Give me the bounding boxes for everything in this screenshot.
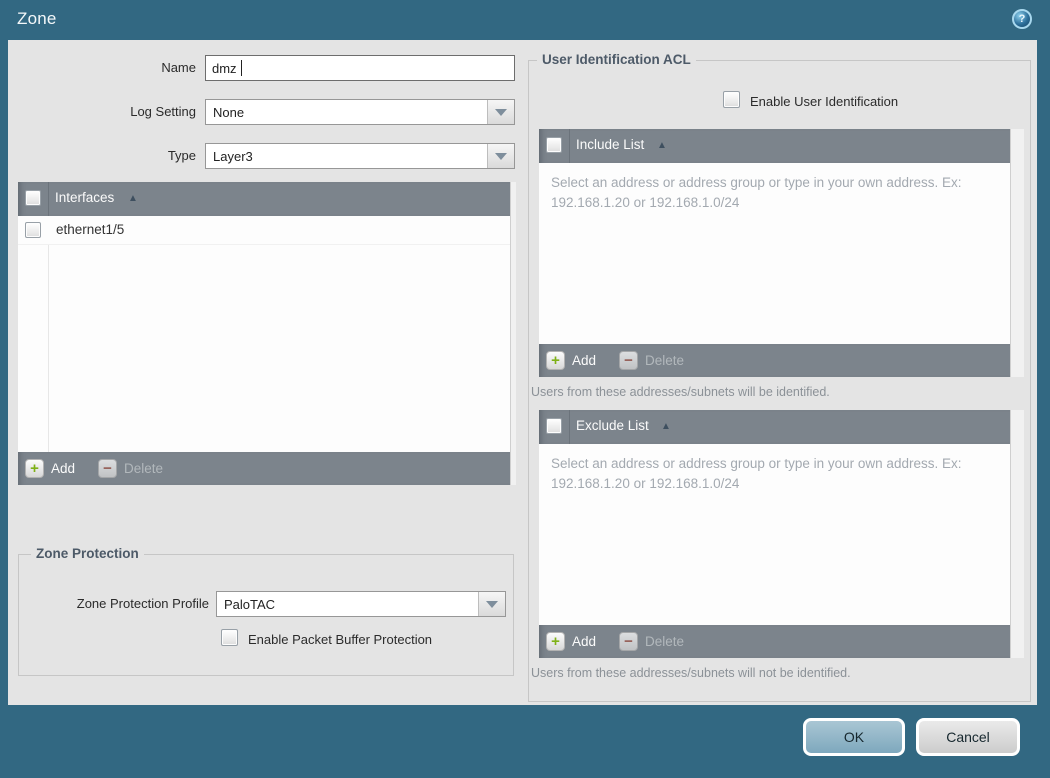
log-setting-label: Log Setting [130, 104, 196, 119]
interfaces-table-header: Interfaces ▲ [18, 182, 516, 216]
name-field-wrap [205, 55, 515, 81]
zone-protection-profile-dropdown[interactable]: PaloTAC [216, 591, 506, 617]
header-divider [48, 182, 49, 216]
scrollbar-track[interactable] [510, 182, 516, 485]
name-label: Name [161, 60, 196, 75]
delete-icon[interactable]: − [619, 632, 638, 651]
sort-asc-icon: ▲ [661, 421, 671, 432]
zone-dialog: Zone ? Name Log Setting None Type Layer3… [0, 0, 1050, 778]
dialog-footer: OK Cancel [0, 705, 1050, 778]
interfaces-select-all-checkbox[interactable] [25, 190, 41, 206]
include-delete-button: Delete [645, 353, 685, 368]
chevron-down-icon [495, 109, 507, 116]
log-setting-value: None [213, 105, 245, 120]
text-caret [241, 60, 242, 76]
zone-protection-legend: Zone Protection [31, 546, 144, 561]
ok-button[interactable]: OK [803, 718, 905, 756]
exclude-select-all-checkbox[interactable] [546, 418, 562, 434]
row-checkbox[interactable] [25, 222, 41, 238]
exclude-list-placeholder: Select an address or address group or ty… [551, 456, 962, 491]
log-setting-dropdown[interactable]: None [205, 99, 515, 125]
help-icon[interactable]: ? [1012, 9, 1032, 29]
dialog-content: Name Log Setting None Type Layer3 Interf… [8, 40, 1037, 705]
type-dropdown-button[interactable] [487, 144, 514, 168]
name-input[interactable] [205, 55, 515, 81]
include-list-body[interactable]: Select an address or address group or ty… [539, 163, 1024, 344]
type-value: Layer3 [213, 149, 253, 164]
packet-buffer-protection-label: Enable Packet Buffer Protection [248, 632, 433, 647]
chevron-down-icon [486, 601, 498, 608]
packet-buffer-protection-checkbox[interactable] [221, 629, 238, 646]
type-dropdown[interactable]: Layer3 [205, 143, 515, 169]
exclude-list-column-header[interactable]: Exclude List [576, 418, 649, 433]
zone-protection-profile-value: PaloTAC [224, 597, 276, 612]
include-list-placeholder: Select an address or address group or ty… [551, 175, 962, 210]
titlebar: Zone ? [0, 0, 1050, 40]
exclude-list-note: Users from these addresses/subnets will … [531, 666, 851, 680]
user-identification-acl-legend: User Identification ACL [537, 52, 696, 67]
sort-asc-icon: ▲ [128, 193, 138, 204]
include-select-all-checkbox[interactable] [546, 137, 562, 153]
cancel-button[interactable]: Cancel [916, 718, 1020, 756]
column-divider [48, 216, 49, 452]
delete-icon[interactable]: − [619, 351, 638, 370]
include-list-header: Include List ▲ [539, 129, 1024, 163]
interfaces-table-footer: + Add − Delete [18, 452, 516, 485]
header-divider [569, 410, 570, 444]
interface-name: ethernet1/5 [56, 222, 125, 237]
exclude-add-button[interactable]: Add [572, 634, 596, 649]
dialog-title: Zone [17, 9, 57, 28]
add-button[interactable]: Add [51, 461, 75, 476]
exclude-list-table: Exclude List ▲ Select an address or addr… [539, 410, 1024, 658]
scrollbar-track[interactable] [1010, 129, 1024, 377]
header-divider [569, 129, 570, 163]
type-label: Type [167, 148, 196, 163]
include-list-footer: + Add − Delete [539, 344, 1024, 377]
log-setting-dropdown-button[interactable] [487, 100, 514, 124]
user-identification-acl-fieldset: User Identification ACL Enable User Iden… [528, 52, 1031, 702]
table-row-ethernet[interactable]: ethernet1/5 [18, 216, 516, 245]
zone-protection-profile-dropdown-button[interactable] [478, 592, 505, 616]
include-list-column-header[interactable]: Include List [576, 137, 644, 152]
add-icon[interactable]: + [25, 459, 44, 478]
sort-asc-icon: ▲ [657, 140, 667, 151]
scrollbar-track[interactable] [1010, 410, 1024, 658]
exclude-list-header: Exclude List ▲ [539, 410, 1024, 444]
enable-user-identification-label: Enable User Identification [750, 94, 899, 109]
interfaces-column-header[interactable]: Interfaces [55, 190, 114, 205]
enable-user-identification-checkbox[interactable] [723, 91, 740, 108]
include-add-button[interactable]: Add [572, 353, 596, 368]
delete-icon[interactable]: − [98, 459, 117, 478]
include-list-note: Users from these addresses/subnets will … [531, 385, 830, 399]
delete-button: Delete [124, 461, 164, 476]
chevron-down-icon [495, 153, 507, 160]
zone-protection-profile-label: Zone Protection Profile [76, 596, 209, 611]
interfaces-table: Interfaces ▲ ethernet1/5 + Add − Delete [18, 182, 516, 485]
exclude-list-body[interactable]: Select an address or address group or ty… [539, 444, 1024, 625]
include-list-table: Include List ▲ Select an address or addr… [539, 129, 1024, 377]
exclude-delete-button: Delete [645, 634, 685, 649]
zone-protection-fieldset: Zone Protection Zone Protection Profile … [18, 546, 514, 676]
interfaces-table-body: ethernet1/5 [18, 216, 516, 452]
add-icon[interactable]: + [546, 351, 565, 370]
exclude-list-footer: + Add − Delete [539, 625, 1024, 658]
add-icon[interactable]: + [546, 632, 565, 651]
